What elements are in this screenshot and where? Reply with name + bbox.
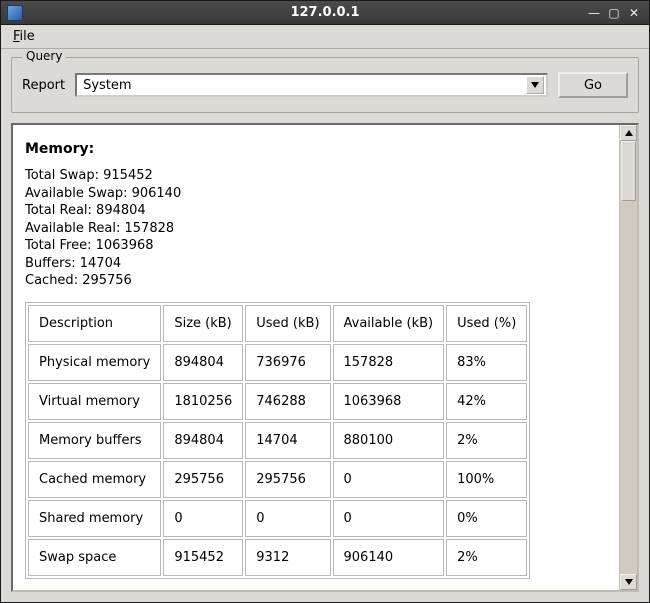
scroll-up-icon[interactable] [620,125,637,141]
section-heading-memory: Memory: [25,141,607,157]
cell-available: 157828 [333,344,445,381]
menubar: File [1,25,649,49]
table-row: Virtual memory1810256746288106396842% [28,383,527,420]
window-title: 127.0.0.1 [1,5,649,20]
stat-total-free: Total Free: 1063968 [25,237,607,255]
cell-size: 1810256 [163,383,243,420]
col-description: Description [28,305,161,342]
stat-total-swap: Total Swap: 915452 [25,167,607,185]
table-row: Swap space91545293129061402% [28,539,527,576]
cell-used_pct: 83% [446,344,527,381]
col-used-pct: Used (%) [446,305,527,342]
app-window: 127.0.0.1 — ▢ ✕ File Query Report System… [0,0,650,603]
stat-available-real: Available Real: 157828 [25,220,607,238]
cell-description: Cached memory [28,461,161,498]
cell-size: 915452 [163,539,243,576]
col-used: Used (kB) [245,305,330,342]
cell-description: Physical memory [28,344,161,381]
scrollbar-track[interactable] [620,141,637,574]
output-frame: Memory: Total Swap: 915452 Available Swa… [11,123,639,592]
cell-description: Virtual memory [28,383,161,420]
cell-used: 295756 [245,461,330,498]
query-legend: Query [22,49,66,63]
cell-used: 0 [245,500,330,537]
cell-available: 0 [333,461,445,498]
cell-available: 0 [333,500,445,537]
memory-table-body: Physical memory89480473697615782883%Virt… [28,344,527,576]
app-icon [7,5,23,21]
table-row: Cached memory2957562957560100% [28,461,527,498]
cell-description: Memory buffers [28,422,161,459]
cell-size: 0 [163,500,243,537]
cell-used_pct: 2% [446,422,527,459]
col-size: Size (kB) [163,305,243,342]
cell-size: 894804 [163,422,243,459]
stat-cached: Cached: 295756 [25,272,607,290]
table-header-row: Description Size (kB) Used (kB) Availabl… [28,305,527,342]
query-row: Report System Go [22,72,628,98]
cell-used_pct: 2% [446,539,527,576]
cell-size: 295756 [163,461,243,498]
cell-used_pct: 0% [446,500,527,537]
report-select-value: System [83,78,526,93]
scrollbar-thumb[interactable] [621,141,636,201]
memory-table: Description Size (kB) Used (kB) Availabl… [25,302,530,579]
cell-used: 9312 [245,539,330,576]
table-row: Physical memory89480473697615782883% [28,344,527,381]
client-area: Query Report System Go Memory: Total Swa… [1,49,649,602]
close-icon[interactable]: ✕ [627,7,641,19]
cell-used: 746288 [245,383,330,420]
stat-available-swap: Available Swap: 906140 [25,185,607,203]
stat-total-real: Total Real: 894804 [25,202,607,220]
minimize-icon[interactable]: — [587,7,601,19]
cell-used_pct: 42% [446,383,527,420]
table-row: Memory buffers894804147048801002% [28,422,527,459]
report-label: Report [22,78,65,93]
col-available: Available (kB) [333,305,445,342]
scroll-down-icon[interactable] [620,574,637,590]
cell-available: 880100 [333,422,445,459]
cell-description: Swap space [28,539,161,576]
query-group: Query Report System Go [11,57,639,113]
memory-stats: Total Swap: 915452 Available Swap: 90614… [25,167,607,290]
cell-available: 906140 [333,539,445,576]
cell-used: 14704 [245,422,330,459]
table-row: Shared memory0000% [28,500,527,537]
stat-buffers: Buffers: 14704 [25,255,607,273]
maximize-icon[interactable]: ▢ [607,7,621,19]
menu-file-rest: ile [20,29,35,44]
titlebar[interactable]: 127.0.0.1 — ▢ ✕ [1,1,649,25]
cell-used: 736976 [245,344,330,381]
window-controls: — ▢ ✕ [587,7,649,19]
go-button[interactable]: Go [558,72,628,98]
chevron-down-icon[interactable] [526,76,544,94]
cell-description: Shared memory [28,500,161,537]
vertical-scrollbar[interactable] [619,125,637,590]
cell-size: 894804 [163,344,243,381]
menu-file[interactable]: File [7,27,41,46]
report-select[interactable]: System [75,73,548,97]
report-output: Memory: Total Swap: 915452 Available Swa… [13,125,619,590]
cell-available: 1063968 [333,383,445,420]
cell-used_pct: 100% [446,461,527,498]
